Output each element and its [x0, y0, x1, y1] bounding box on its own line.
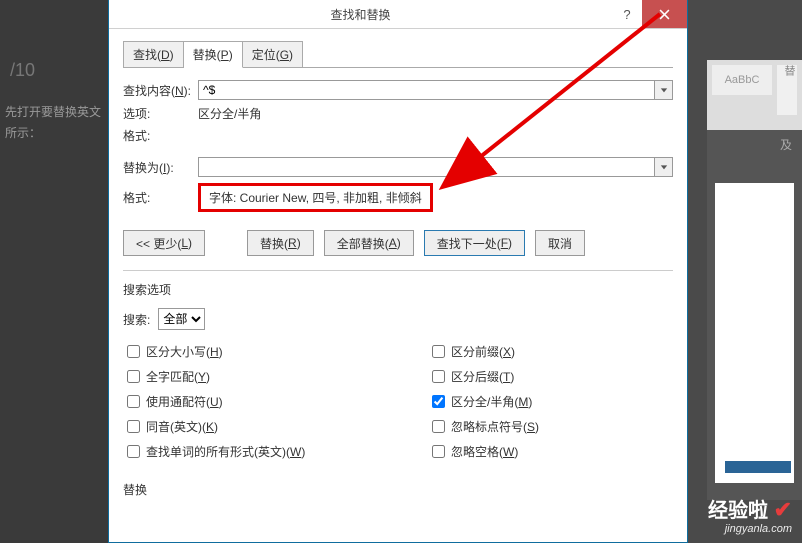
ribbon-button-text: 替: [777, 65, 797, 115]
replace-with-row: 替换为(I):: [123, 157, 673, 177]
bg-text-line2: 所示：: [0, 122, 110, 143]
replace-all-button[interactable]: 全部替换(A): [324, 230, 414, 256]
options-row: 选项: 区分全/半角: [123, 105, 673, 122]
background-page-bar: [725, 461, 791, 473]
replace-button[interactable]: 替换(R): [247, 230, 314, 256]
replace-format-highlight: 字体: Courier New, 四号, 非加粗, 非倾斜: [198, 183, 433, 212]
options-label: 选项:: [123, 105, 198, 122]
find-next-button[interactable]: 查找下一处(F): [424, 230, 525, 256]
checkbox-columns: 区分大小写(H) 全字匹配(Y) 使用通配符(U) 同音(英文)(K) 查找单词…: [123, 342, 673, 467]
search-options-label: 搜索选项: [123, 281, 673, 298]
find-what-row: 查找内容(N):: [123, 80, 673, 100]
chk-match-case[interactable]: 区分大小写(H): [123, 342, 368, 361]
replace-with-input[interactable]: [198, 157, 655, 177]
options-value: 区分全/半角: [198, 105, 261, 122]
checkmark-icon: ✔: [774, 497, 792, 522]
dialog-body: 查找(D) 替换(P) 定位(G) 查找内容(N): 选项: 区分全/半角 格式…: [109, 29, 687, 498]
tab-strip: 查找(D) 替换(P) 定位(G): [123, 41, 673, 68]
chk-ignore-punct[interactable]: 忽略标点符号(S): [428, 417, 673, 436]
search-direction-label: 搜索:: [123, 311, 150, 328]
background-doc-right: AaBbC 替 及: [707, 60, 802, 500]
dialog-title: 查找和替换: [109, 6, 612, 23]
tab-goto[interactable]: 定位(G): [243, 41, 303, 68]
search-direction-row: 搜索: 全部: [123, 308, 673, 330]
search-options-group: 搜索选项 搜索: 全部 区分大小写(H) 全字匹配(Y) 使用通配符(U) 同音…: [123, 281, 673, 498]
chk-wildcards[interactable]: 使用通配符(U): [123, 392, 368, 411]
find-format-label: 格式:: [123, 127, 198, 144]
watermark-url: jingyanla.com: [708, 523, 792, 535]
replace-with-label: 替换为(I):: [123, 159, 198, 176]
find-what-dropdown[interactable]: [655, 80, 673, 100]
search-direction-select[interactable]: 全部: [158, 308, 205, 330]
replace-format-row: 格式: 字体: Courier New, 四号, 非加粗, 非倾斜: [123, 183, 673, 212]
chk-sounds-like[interactable]: 同音(英文)(K): [123, 417, 368, 436]
button-row: << 更少(L) 替换(R) 全部替换(A) 查找下一处(F) 取消: [123, 230, 673, 271]
find-what-combo: [198, 80, 673, 100]
watermark-title: 经验啦 ✔: [708, 494, 792, 523]
checkbox-col-left: 区分大小写(H) 全字匹配(Y) 使用通配符(U) 同音(英文)(K) 查找单词…: [123, 342, 368, 467]
chevron-down-icon: [660, 163, 668, 171]
tab-find[interactable]: 查找(D): [123, 41, 184, 68]
chk-full-half[interactable]: 区分全/半角(M): [428, 392, 673, 411]
tab-replace[interactable]: 替换(P): [184, 41, 243, 68]
background-sidebar-left: /10 先打开要替换英文 所示：: [0, 0, 110, 543]
find-what-input[interactable]: [198, 80, 655, 100]
close-icon: [659, 9, 670, 20]
background-page: [715, 183, 794, 483]
find-format-row: 格式:: [123, 127, 673, 144]
chk-prefix[interactable]: 区分前缀(X): [428, 342, 673, 361]
chk-suffix[interactable]: 区分后缀(T): [428, 367, 673, 386]
cancel-button[interactable]: 取消: [535, 230, 585, 256]
replace-with-dropdown[interactable]: [655, 157, 673, 177]
checkbox-col-right: 区分前缀(X) 区分后缀(T) 区分全/半角(M) 忽略标点符号(S) 忽略空格…: [368, 342, 673, 467]
help-button[interactable]: ?: [612, 0, 642, 28]
replace-section-label: 替换: [123, 481, 673, 498]
chk-ignore-space[interactable]: 忽略空格(W): [428, 442, 673, 461]
replace-with-combo: [198, 157, 673, 177]
chk-all-forms[interactable]: 查找单词的所有形式(英文)(W): [123, 442, 368, 461]
dialog-titlebar: 查找和替换 ?: [109, 0, 687, 29]
chk-whole-word[interactable]: 全字匹配(Y): [123, 367, 368, 386]
replace-format-label: 格式:: [123, 189, 198, 206]
bg-side-label: 及: [707, 130, 802, 153]
style-sample: AaBbC: [712, 65, 772, 95]
find-replace-dialog: 查找和替换 ? 查找(D) 替换(P) 定位(G) 查找内容(N): 选项: 区…: [108, 0, 688, 543]
less-button[interactable]: << 更少(L): [123, 230, 205, 256]
background-ribbon: AaBbC 替: [707, 60, 802, 130]
bg-text-line1: 先打开要替换英文: [0, 101, 110, 122]
chevron-down-icon: [660, 86, 668, 94]
find-what-label: 查找内容(N):: [123, 82, 198, 99]
watermark: 经验啦 ✔ jingyanla.com: [708, 494, 792, 535]
close-button[interactable]: [642, 0, 687, 28]
page-counter: /10: [0, 60, 110, 81]
